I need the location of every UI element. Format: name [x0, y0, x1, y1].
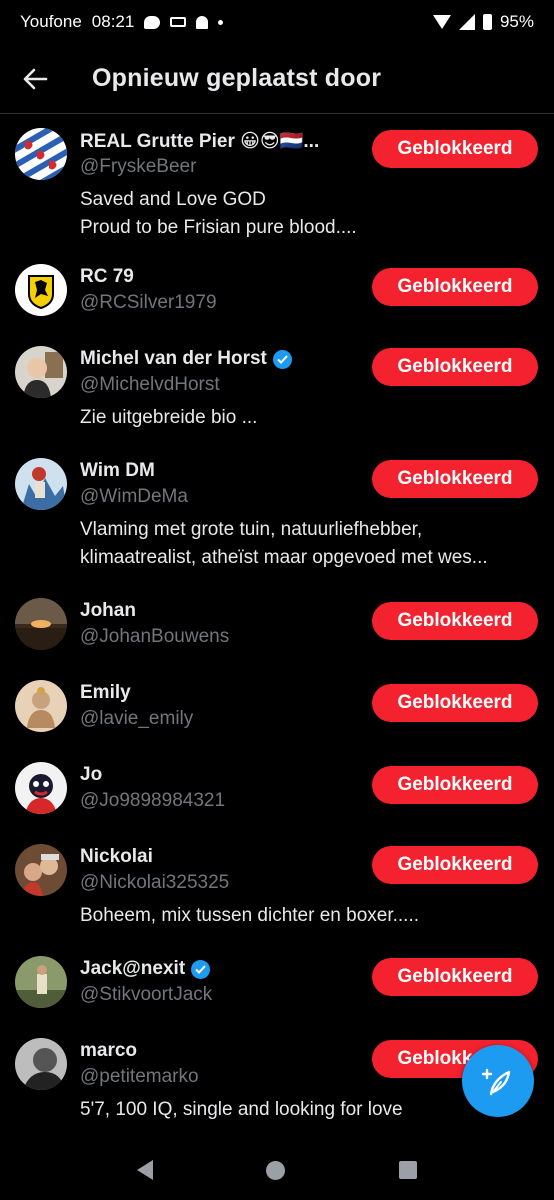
list-item[interactable]: Johan @JohanBouwens Geblokkeerd	[0, 584, 554, 666]
compose-feather-icon	[481, 1068, 511, 1096]
avatar[interactable]	[15, 844, 67, 896]
wifi-icon	[432, 15, 451, 29]
avatar[interactable]	[15, 598, 67, 650]
list-item[interactable]: Wim DM @WimDeMa Vlaming met grote tuin, …	[0, 444, 554, 584]
avatar[interactable]	[15, 956, 67, 1008]
avatar[interactable]	[15, 680, 67, 732]
avatar[interactable]	[15, 762, 67, 814]
blocked-button[interactable]: Geblokkeerd	[372, 766, 538, 804]
list-item[interactable]: Michel van der Horst @MichelvdHorst Zie …	[0, 332, 554, 444]
list-item[interactable]: RC 79 @RCSilver1979 Geblokkeerd	[0, 250, 554, 332]
display-name: Wim DM	[80, 460, 155, 481]
top-app-bar: Opnieuw geplaatst door	[0, 44, 554, 114]
user-bio-line: Boheem, mix tussen dichter en boxer.....	[80, 905, 420, 926]
back-button[interactable]	[0, 44, 70, 114]
display-name: Emily	[80, 682, 131, 703]
blocked-button[interactable]: Geblokkeerd	[372, 460, 538, 498]
avatar[interactable]	[15, 128, 67, 180]
avatar[interactable]	[15, 458, 67, 510]
user-bio-line: Proud to be Frisian pure blood....	[80, 217, 357, 238]
display-name: REAL Grutte Pier 😀😎🇳🇱...	[80, 131, 320, 152]
page-title: Opnieuw geplaatst door	[92, 64, 382, 92]
display-name: Nickolai	[80, 846, 153, 867]
cell-signal-icon	[458, 14, 475, 30]
display-name: marco	[80, 1040, 138, 1061]
more-notifications-dot-icon	[218, 19, 224, 25]
display-name: Jo	[80, 764, 103, 785]
display-name: RC 79	[80, 266, 134, 287]
clock: 08:21	[91, 12, 135, 31]
blocked-button[interactable]: Geblokkeerd	[372, 846, 538, 884]
carrier-label: Youfone	[20, 12, 82, 31]
blocked-button[interactable]: Geblokkeerd	[372, 684, 538, 722]
list-item[interactable]: REAL Grutte Pier 😀😎🇳🇱... @FryskeBeer Sav…	[0, 114, 554, 250]
compose-button[interactable]	[462, 1045, 534, 1117]
nav-back-icon[interactable]	[136, 1160, 153, 1180]
system-navigation-bar	[0, 1140, 554, 1200]
user-bio-line: Saved and Love GOD	[80, 189, 266, 210]
list-item[interactable]: Emily @lavie_emily Geblokkeerd	[0, 666, 554, 748]
battery-icon	[482, 14, 492, 30]
blocked-button[interactable]: Geblokkeerd	[372, 130, 538, 168]
message-notification-icon	[144, 15, 161, 29]
user-list: REAL Grutte Pier 😀😎🇳🇱... @FryskeBeer Sav…	[0, 114, 554, 1136]
avatar[interactable]	[15, 346, 67, 398]
nav-home-icon[interactable]	[266, 1160, 286, 1180]
list-item[interactable]: Jack@nexit @StikvoortJack Geblokkeerd	[0, 942, 554, 1024]
avatar[interactable]	[15, 264, 67, 316]
avatar[interactable]	[15, 1038, 67, 1090]
user-bio-line: klimaatrealist, atheïst maar opgevoed me…	[80, 547, 488, 568]
status-bar: Youfone 08:21 95%	[0, 0, 554, 44]
blocked-button[interactable]: Geblokkeerd	[372, 958, 538, 996]
battery-percent: 95%	[499, 12, 534, 31]
blocked-button[interactable]: Geblokkeerd	[372, 602, 538, 640]
battery-saver-icon	[170, 17, 187, 27]
arrow-left-icon	[23, 68, 48, 89]
nav-recents-icon[interactable]	[399, 1161, 418, 1179]
display-name: Johan	[80, 600, 136, 621]
list-item[interactable]: Jo @Jo9898984321 Geblokkeerd	[0, 748, 554, 830]
user-bio-line: Vlaming met grote tuin, natuurliefhebber…	[80, 519, 423, 540]
blocked-button[interactable]: Geblokkeerd	[372, 348, 538, 386]
verified-badge-icon	[191, 959, 211, 979]
display-name: Michel van der Horst	[80, 348, 267, 369]
user-bio-line: Zie uitgebreide bio ...	[80, 407, 258, 428]
blocked-button[interactable]: Geblokkeerd	[372, 268, 538, 306]
list-item[interactable]: Nickolai @Nickolai325325 Boheem, mix tus…	[0, 830, 554, 942]
bell-icon	[196, 15, 209, 29]
verified-badge-icon	[272, 349, 292, 369]
display-name: Jack@nexit	[80, 958, 186, 979]
